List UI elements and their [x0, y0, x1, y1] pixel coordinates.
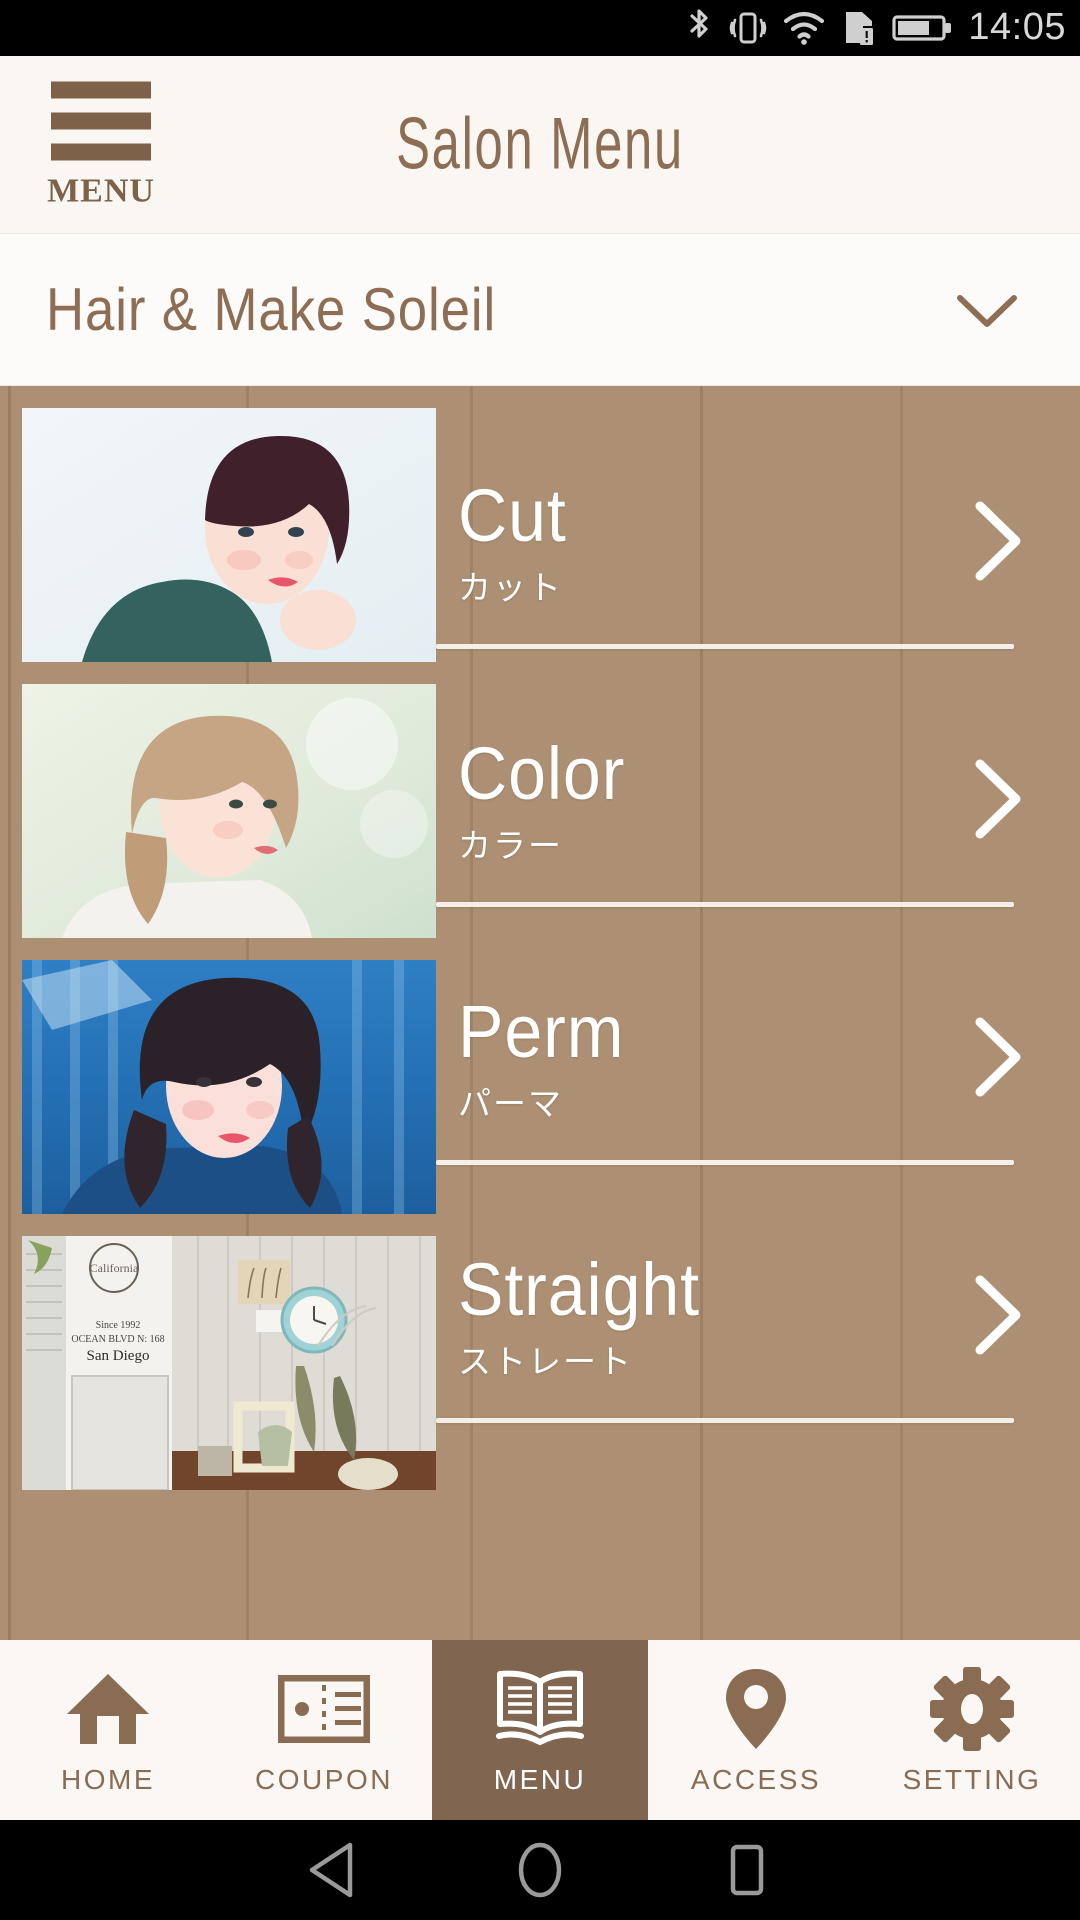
vibrate-icon [730, 12, 767, 44]
status-bar: 14:05 [0, 0, 1080, 56]
page-title: Salon Menu [396, 103, 684, 186]
menu-row-texts: Color カラー [436, 731, 966, 865]
thumbnail-image-straight: California Since 1992 OCEAN BLVD N: 168 … [22, 1236, 436, 1490]
salon-name: Hair & Make Soleil [46, 276, 497, 343]
tab-coupon[interactable]: COUPON [216, 1640, 432, 1820]
chevron-down-icon[interactable] [952, 288, 1022, 332]
list-item-thumbnail[interactable] [22, 684, 436, 938]
tab-setting[interactable]: SETTING [864, 1640, 1080, 1820]
tab-home[interactable]: HOME [0, 1640, 216, 1820]
open-book-icon [494, 1666, 586, 1752]
menu-title-jp: パーマ [458, 1083, 563, 1123]
back-triangle-icon[interactable] [306, 1841, 360, 1899]
thumbnail-image-color [22, 684, 436, 938]
hamburger-bar [51, 81, 151, 98]
status-bar-clock: 14:05 [968, 5, 1066, 48]
list-item-thumbnail[interactable] [22, 960, 436, 1214]
battery-icon [892, 15, 952, 41]
home-icon [65, 1666, 151, 1752]
menu-title-jp: ストレート [458, 1341, 633, 1381]
list-item-thumbnail[interactable] [22, 408, 436, 662]
menu-row-straight[interactable]: Straight ストレート [436, 1160, 1080, 1470]
tab-access[interactable]: ACCESS [648, 1640, 864, 1820]
recents-square-icon[interactable] [720, 1841, 774, 1899]
svg-text:California: California [90, 1261, 139, 1275]
list-item-thumbnail[interactable]: California Since 1992 OCEAN BLVD N: 168 … [22, 1236, 436, 1490]
coupon-ticket-icon [278, 1666, 370, 1752]
menu-rows: Cut カット Color カラー Perm パーマ Straight ストレー… [436, 386, 1080, 1640]
tab-menu[interactable]: MENU [432, 1640, 648, 1820]
menu-title-en: Straight [458, 1247, 700, 1331]
tab-label: HOME [61, 1764, 155, 1795]
menu-title-en: Color [458, 731, 626, 815]
chevron-right-icon[interactable] [966, 498, 1028, 584]
chevron-right-icon[interactable] [966, 756, 1028, 842]
thumbnail-column: California Since 1992 OCEAN BLVD N: 168 … [0, 386, 436, 1640]
menu-row-texts: Straight ストレート [436, 1247, 966, 1381]
menu-title-en: Perm [458, 989, 625, 1073]
menu-title-jp: カット [458, 567, 563, 607]
tab-label: ACCESS [690, 1764, 822, 1795]
app-header: MENU Salon Menu [0, 56, 1080, 234]
menu-row-separator [436, 1418, 1014, 1423]
sim-card-alert-icon [846, 12, 874, 45]
svg-text:San Diego: San Diego [87, 1348, 150, 1364]
tab-label: COUPON [255, 1764, 393, 1795]
tab-label: SETTING [902, 1764, 1042, 1795]
thumbnail-image-cut [22, 408, 436, 662]
menu-row-texts: Cut カット [436, 473, 966, 607]
wifi-icon [784, 11, 825, 45]
chevron-right-icon[interactable] [966, 1272, 1028, 1358]
home-circle-icon[interactable] [513, 1841, 567, 1899]
menu-title-en: Cut [458, 473, 567, 557]
tab-label: MENU [493, 1764, 587, 1795]
svg-text:OCEAN BLVD N: 168: OCEAN BLVD N: 168 [71, 1334, 164, 1345]
map-pin-icon [723, 1666, 789, 1752]
phone-screen: 14:05 MENU Salon Menu Hair & Make Soleil [0, 0, 1080, 1920]
bottom-tab-bar: HOME COUPON MENU ACCESS SETTING [0, 1640, 1080, 1820]
menu-row-texts: Perm パーマ [436, 989, 966, 1123]
svg-text:Since 1992: Since 1992 [96, 1320, 141, 1331]
salon-selector[interactable]: Hair & Make Soleil [0, 234, 1080, 386]
gear-icon [929, 1666, 1015, 1752]
menu-content: California Since 1992 OCEAN BLVD N: 168 … [0, 386, 1080, 1640]
bluetooth-icon [690, 9, 709, 38]
thumbnail-image-perm [22, 960, 436, 1214]
menu-title-jp: カラー [458, 825, 563, 865]
chevron-right-icon[interactable] [966, 1014, 1028, 1100]
android-navigation-bar [0, 1820, 1080, 1920]
